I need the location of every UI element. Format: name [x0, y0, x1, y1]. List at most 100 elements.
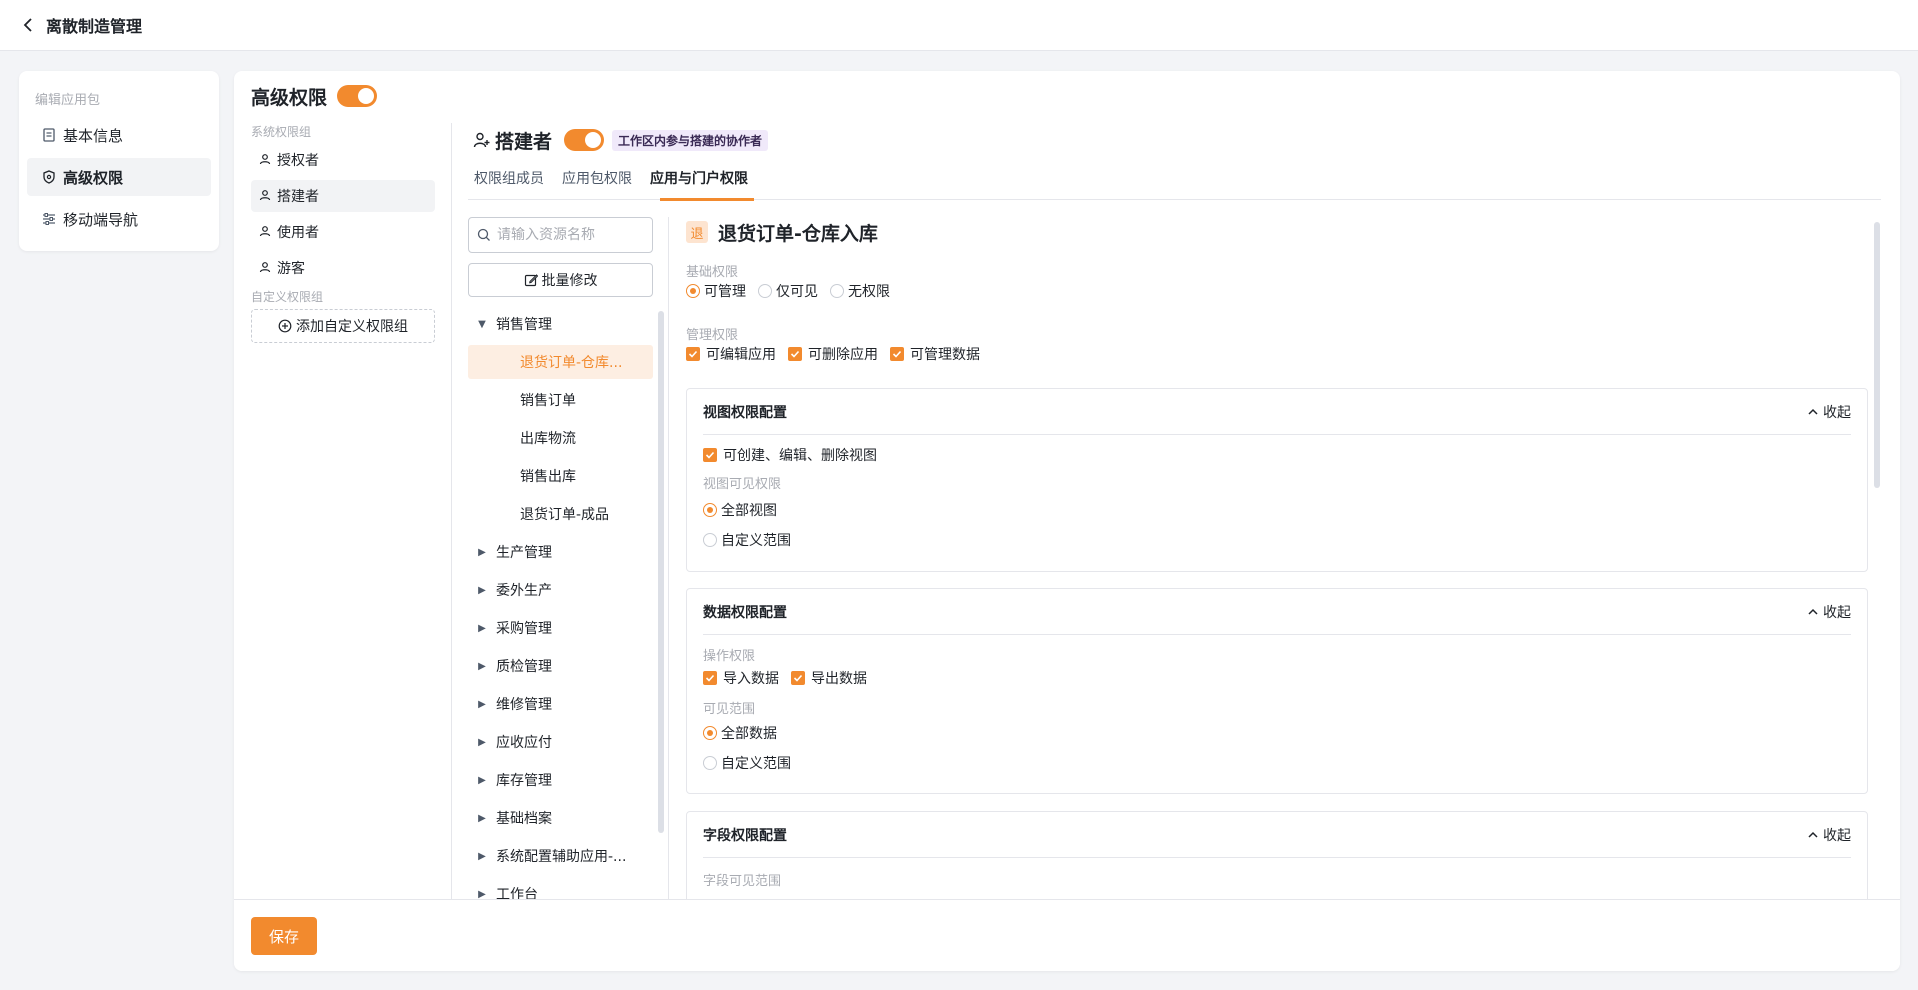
radio-manageable[interactable]: 可管理 [686, 281, 746, 301]
nav-group-title: 编辑应用包 [35, 93, 101, 108]
footer-bar: 保存 [234, 899, 1900, 971]
tree-group-maintenance[interactable]: ▶ 维修管理 [468, 687, 653, 721]
group-item-user[interactable]: 使用者 [251, 216, 435, 248]
chevron-up-icon [1807, 829, 1819, 841]
group-item-guest[interactable]: 游客 [251, 252, 435, 284]
detail-scrollbar[interactable] [1874, 222, 1880, 488]
plus-circle-icon [278, 319, 292, 333]
chevron-up-icon [1807, 406, 1819, 418]
role-description-tag: 工作区内参与搭建的协作者 [612, 129, 769, 151]
tree-item-sales-outbound[interactable]: 销售出库 [468, 459, 653, 493]
batch-edit-button[interactable]: 批量修改 [468, 263, 653, 297]
batch-edit-label: 批量修改 [541, 273, 598, 289]
nav-item-label: 移动端导航 [63, 210, 139, 229]
tab-group-members[interactable]: 权限组成员 [468, 167, 550, 200]
collapse-label: 收起 [1823, 827, 1851, 844]
role-toggle[interactable] [564, 129, 605, 151]
tree-group-inventory[interactable]: ▶ 库存管理 [468, 763, 653, 797]
view-visible-label: 视图可见权限 [703, 477, 782, 492]
tree-group-outsourcing[interactable]: ▶ 委外生产 [468, 573, 653, 607]
manage-permission-label: 管理权限 [686, 328, 739, 343]
caret-right-icon: ▶ [478, 888, 486, 900]
tree-group-purchase[interactable]: ▶ 采购管理 [468, 611, 653, 645]
checkbox-edit-app[interactable]: 可编辑应用 [686, 344, 776, 364]
user-icon [259, 225, 273, 239]
system-group-label: 系统权限组 [251, 125, 312, 139]
sliders-icon [41, 211, 57, 227]
radio-all-views[interactable]: 全部视图 [703, 500, 777, 520]
save-button[interactable]: 保存 [251, 917, 317, 955]
nav-item-advanced-permission[interactable]: 高级权限 [27, 158, 211, 196]
group-item-label: 授权者 [277, 153, 319, 169]
group-item-builder[interactable]: 搭建者 [251, 180, 435, 212]
view-permission-card: 视图权限配置 收起 可创建、编辑、删除视图 视图可见权限 全部视图 自定义范围 [686, 388, 1868, 572]
tree-node-label: 销售管理 [496, 317, 552, 333]
add-custom-group-button[interactable]: 添加自定义权限组 [251, 309, 435, 343]
resource-search-input[interactable] [497, 227, 647, 243]
nav-item-label: 基本信息 [63, 126, 124, 145]
check-icon [703, 448, 717, 462]
page-title: 离散制造管理 [46, 17, 143, 36]
caret-right-icon: ▶ [478, 850, 486, 862]
collapse-button[interactable]: 收起 [1807, 825, 1851, 845]
tree-node-label: 委外生产 [496, 583, 552, 599]
tree-group-master-data[interactable]: ▶ 基础档案 [468, 801, 653, 835]
group-item-authorizer[interactable]: 授权者 [251, 144, 435, 176]
option-label: 无权限 [848, 284, 890, 300]
tree-group-quality[interactable]: ▶ 质检管理 [468, 649, 653, 683]
option-label: 导出数据 [811, 671, 867, 687]
check-icon [788, 347, 802, 361]
checkbox-delete-app[interactable]: 可删除应用 [788, 344, 878, 364]
tree-group-receivable[interactable]: ▶ 应收应付 [468, 725, 653, 759]
radio-custom-views[interactable]: 自定义范围 [703, 530, 791, 550]
tree-item-return-finished[interactable]: 退货订单-成品 [468, 497, 653, 531]
top-bar: 离散制造管理 [0, 0, 1918, 51]
tree-item-outbound-logistics[interactable]: 出库物流 [468, 421, 653, 455]
role-header: 搭建者 工作区内参与搭建的协作者 [473, 126, 769, 154]
tree-node-label: 出库物流 [520, 431, 576, 447]
data-all-row: 全部数据 [703, 723, 1851, 743]
check-icon [703, 671, 717, 685]
tree-node-label: 维修管理 [496, 697, 552, 713]
tree-item-return-warehouse[interactable]: 退货订单-仓库... [468, 345, 653, 379]
nav-item-mobile-nav[interactable]: 移动端导航 [27, 200, 211, 238]
option-label: 自定义范围 [721, 533, 791, 549]
role-title: 搭建者 [495, 130, 553, 153]
add-custom-group-label: 添加自定义权限组 [296, 319, 408, 335]
checkbox-export-data[interactable]: 导出数据 [791, 668, 867, 688]
card-title: 数据权限配置 [703, 604, 787, 621]
collapse-button[interactable]: 收起 [1807, 602, 1851, 622]
radio-no-permission[interactable]: 无权限 [830, 281, 890, 301]
tab-package-permission[interactable]: 应用包权限 [556, 167, 638, 200]
edit-icon [524, 273, 538, 287]
collapse-button[interactable]: 收起 [1807, 402, 1851, 422]
tree-group-system-config[interactable]: ▶ 系统配置辅助应用-... [468, 839, 653, 873]
card-header: 字段权限配置 收起 [703, 812, 1851, 858]
radio-custom-data[interactable]: 自定义范围 [703, 753, 791, 773]
checkbox-view-crud[interactable]: 可创建、编辑、删除视图 [703, 445, 877, 465]
permission-detail: 退 退货订单-仓库入库 基础权限 可管理 仅可见 无权限 管理权限 可编辑应用 … [686, 217, 1881, 971]
tree-item-sales-order[interactable]: 销售订单 [468, 383, 653, 417]
checkbox-import-data[interactable]: 导入数据 [703, 668, 779, 688]
document-icon [41, 127, 57, 143]
nav-item-basic-info[interactable]: 基本信息 [27, 116, 211, 154]
divider [668, 217, 669, 971]
user-add-icon [473, 131, 491, 149]
chevron-left-icon[interactable] [20, 17, 36, 33]
tree-group-production[interactable]: ▶ 生产管理 [468, 535, 653, 569]
radio-view-only[interactable]: 仅可见 [758, 281, 818, 301]
advanced-permission-toggle[interactable] [337, 85, 378, 107]
radio-indicator [703, 726, 717, 740]
resource-tree: ▼ 销售管理 退货订单-仓库... 销售订单 出库物流 销售出库 退货订单-成品… [468, 307, 653, 971]
visible-scope-label: 可见范围 [703, 702, 756, 717]
checkbox-manage-data[interactable]: 可管理数据 [890, 344, 980, 364]
caret-right-icon: ▶ [478, 622, 486, 634]
radio-indicator [830, 284, 844, 298]
tree-node-label: 质检管理 [496, 659, 552, 675]
radio-all-data[interactable]: 全部数据 [703, 723, 777, 743]
tree-scrollbar[interactable] [658, 311, 664, 833]
tree-node-label: 退货订单-仓库... [520, 355, 623, 371]
user-icon [259, 189, 273, 203]
tab-app-portal-permission[interactable]: 应用与门户权限 [644, 167, 754, 201]
tree-group-sales[interactable]: ▼ 销售管理 [468, 307, 653, 341]
